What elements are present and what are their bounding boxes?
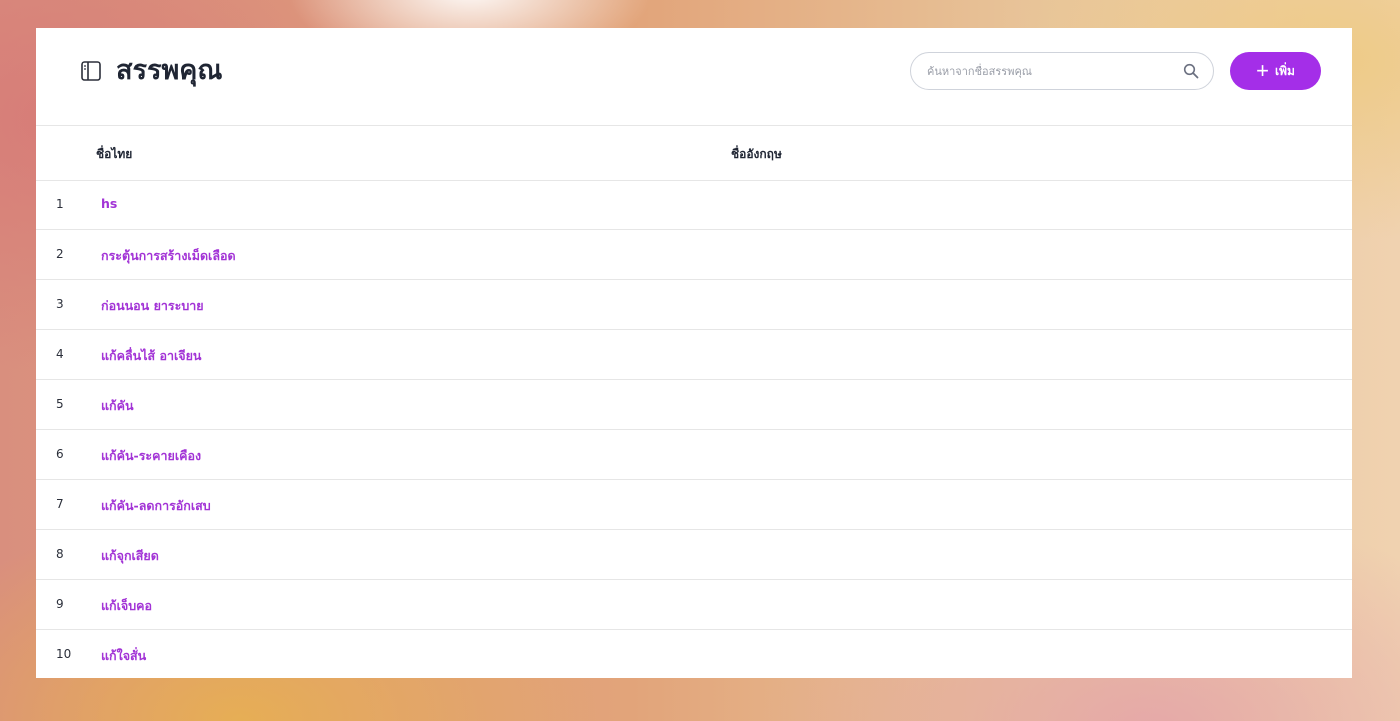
page-header: สรรพคุณ + เพิ่ม	[36, 28, 1352, 126]
row-index: 4	[56, 347, 64, 361]
row-index: 3	[56, 297, 64, 311]
row-thai-name-link[interactable]: แก้คลื่นไส้ อาเจียน	[101, 346, 201, 366]
table-row: 2 กระตุ้นการสร้างเม็ดเลือด	[36, 230, 1352, 280]
plus-icon: +	[1256, 58, 1269, 83]
row-thai-name-link[interactable]: แก้คัน-ลดการอักเสบ	[101, 496, 211, 516]
row-thai-name-link[interactable]: กระตุ้นการสร้างเม็ดเลือด	[101, 246, 236, 266]
search-box[interactable]	[910, 52, 1214, 90]
table-row: 9 แก้เจ็บคอ	[36, 580, 1352, 630]
row-thai-name-link[interactable]: ก่อนนอน ยาระบาย	[101, 296, 204, 316]
search-icon[interactable]	[1183, 63, 1199, 79]
sidebar-panel-icon[interactable]	[80, 60, 102, 82]
column-header-english-name: ชื่ออังกฤษ	[731, 147, 782, 161]
table-row: 10 แก้ใจสั่น	[36, 630, 1352, 678]
row-index: 1	[56, 197, 64, 211]
row-index: 9	[56, 597, 64, 611]
table-row: 5 แก้คัน	[36, 380, 1352, 430]
row-index: 6	[56, 447, 64, 461]
row-thai-name-link[interactable]: แก้คัน	[101, 396, 134, 416]
content-panel: สรรพคุณ + เพิ่ม ชื่อไทย ชื่ออังกฤษ 1 hs …	[36, 28, 1352, 678]
row-index: 10	[56, 647, 72, 661]
row-index: 5	[56, 397, 64, 411]
table-row: 6 แก้คัน-ระคายเคือง	[36, 430, 1352, 480]
row-thai-name-link[interactable]: แก้จุกเสียด	[101, 546, 159, 566]
table-body: 1 hs 2 กระตุ้นการสร้างเม็ดเลือด 3 ก่อนนอ…	[36, 180, 1352, 678]
table-row: 8 แก้จุกเสียด	[36, 530, 1352, 580]
row-thai-name-link[interactable]: แก้ใจสั่น	[101, 646, 146, 666]
row-index: 2	[56, 247, 64, 261]
search-input[interactable]	[927, 53, 1167, 89]
row-thai-name-link[interactable]: hs	[101, 196, 117, 211]
table-row: 3 ก่อนนอน ยาระบาย	[36, 280, 1352, 330]
row-index: 7	[56, 497, 64, 511]
add-button-label: เพิ่ม	[1274, 63, 1295, 78]
row-thai-name-link[interactable]: แก้เจ็บคอ	[101, 596, 152, 616]
column-header-thai-name: ชื่อไทย	[96, 147, 133, 161]
table-row: 4 แก้คลื่นไส้ อาเจียน	[36, 330, 1352, 380]
add-button[interactable]: + เพิ่ม	[1230, 52, 1321, 90]
row-index: 8	[56, 547, 64, 561]
page-title: สรรพคุณ	[116, 55, 223, 86]
table-row: 1 hs	[36, 180, 1352, 230]
table-header: ชื่อไทย ชื่ออังกฤษ	[36, 126, 1352, 181]
table-row: 7 แก้คัน-ลดการอักเสบ	[36, 480, 1352, 530]
row-thai-name-link[interactable]: แก้คัน-ระคายเคือง	[101, 446, 201, 466]
